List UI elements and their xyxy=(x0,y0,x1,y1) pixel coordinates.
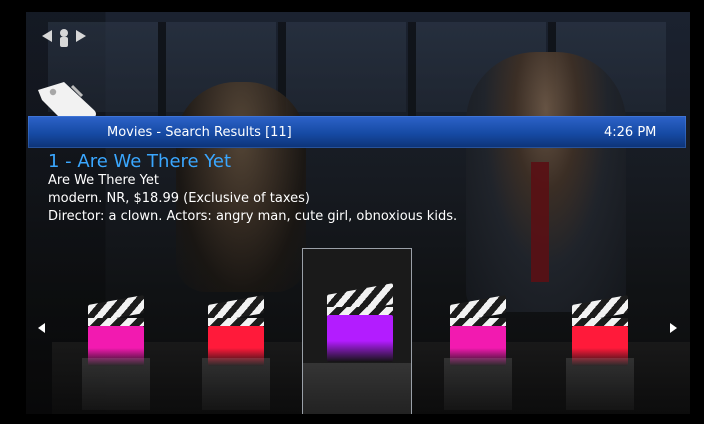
window-mullion xyxy=(408,22,416,117)
selected-item-subtitle: Are We There Yet xyxy=(48,173,159,188)
triangle-left-icon[interactable] xyxy=(38,323,45,333)
result-tile[interactable] xyxy=(82,270,150,410)
selected-item-meta: modern. NR, $18.99 (Exclusive of taxes) xyxy=(48,191,310,206)
selected-item-credits: Director: a clown. Actors: angry man, cu… xyxy=(48,209,458,224)
tile-reflection xyxy=(82,358,150,410)
background-window xyxy=(286,22,406,112)
selected-item-info: 1 - Are We There Yet Are We There Yet mo… xyxy=(48,152,668,226)
selected-item-title: 1 - Are We There Yet xyxy=(48,151,232,172)
result-tile[interactable] xyxy=(566,270,634,410)
clapperboard-bar xyxy=(572,318,628,326)
result-tile[interactable] xyxy=(202,270,270,410)
speaker-icon xyxy=(42,29,86,47)
window-mullion xyxy=(158,22,166,117)
result-tile[interactable] xyxy=(444,270,512,410)
clock: 4:26 PM xyxy=(604,125,657,140)
triangle-right-icon[interactable] xyxy=(670,323,677,333)
clapperboard-bar xyxy=(450,318,506,326)
selected-result-tile[interactable] xyxy=(302,248,412,416)
media-center-screen: Movies - Search Results [11] 4:26 PM 1 -… xyxy=(0,0,704,424)
clapperboard-bar xyxy=(88,318,144,326)
tile-reflection xyxy=(444,358,512,410)
frame-top xyxy=(0,0,704,12)
frame-left xyxy=(0,0,26,424)
clapperboard-icon xyxy=(327,315,394,363)
clapperboard-bar xyxy=(208,318,264,326)
tile-reflection xyxy=(303,363,411,415)
tile-reflection xyxy=(566,358,634,410)
page-title: Movies - Search Results [11] xyxy=(107,125,292,140)
tile-reflection xyxy=(202,358,270,410)
frame-right xyxy=(690,0,704,424)
frame-bottom xyxy=(0,414,704,424)
